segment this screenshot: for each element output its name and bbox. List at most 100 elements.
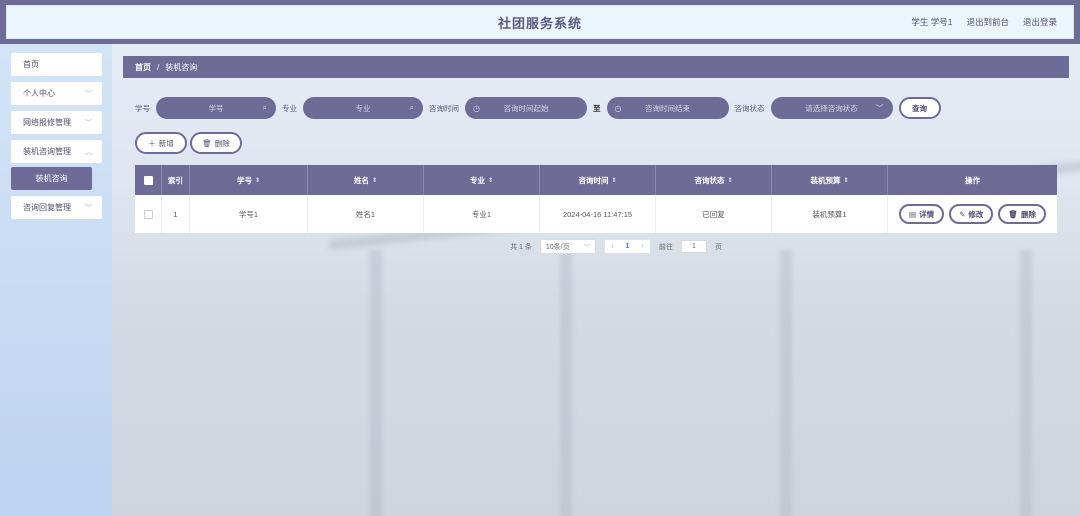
detail-button[interactable]: ▤ 详情 xyxy=(899,204,945,224)
add-button[interactable]: ＋ 新增 xyxy=(135,132,187,154)
sidebar-item-label: 个人中心 xyxy=(23,89,55,98)
header-label: 操作 xyxy=(965,175,980,185)
next-page-icon[interactable]: › xyxy=(635,240,650,253)
back-to-front-link[interactable]: 退出到前台 xyxy=(966,16,1009,28)
major-input[interactable]: 专业 ⌕ xyxy=(303,97,423,119)
sidebar-item-label: 咨询回复管理 xyxy=(23,203,71,212)
header-time[interactable]: 咨询时间 ⇕ xyxy=(540,165,656,195)
status-placeholder: 请选择咨询状态 xyxy=(805,103,858,113)
header-label: 咨询状态 xyxy=(694,175,725,185)
row-select[interactable] xyxy=(135,195,162,233)
cell-index: 1 xyxy=(162,195,190,233)
checkbox[interactable] xyxy=(143,175,153,185)
header-major[interactable]: 专业 ⇕ xyxy=(424,165,540,195)
time-start-placeholder: 咨询时间起始 xyxy=(503,103,549,113)
search-icon: ⌕ xyxy=(262,103,267,112)
major-label: 专业 xyxy=(282,103,297,113)
header-student-no[interactable]: 学号 ⇕ xyxy=(190,165,308,195)
trash-icon: 🗑 xyxy=(202,138,212,148)
breadcrumb-separator: / xyxy=(157,62,160,72)
cell-student-no: 学号1 xyxy=(190,195,308,233)
background-decoration xyxy=(1020,250,1032,516)
student-no-input[interactable]: 学号 ⌕ xyxy=(156,97,276,119)
pencil-icon: ✎ xyxy=(959,209,966,219)
current-user: 学生 学号1 xyxy=(911,17,953,27)
page-size-value: 10条/页 xyxy=(545,243,570,251)
query-button-label: 查询 xyxy=(912,103,927,113)
delete-button[interactable]: 🗑 删除 xyxy=(998,204,1046,224)
sidebar-item-label: 首页 xyxy=(23,60,39,69)
chevron-down-icon: ﹀ xyxy=(85,119,92,127)
student-no-placeholder: 学号 xyxy=(208,103,224,113)
header-status[interactable]: 咨询状态 ⇕ xyxy=(656,165,772,195)
breadcrumb-home[interactable]: 首页 xyxy=(135,62,151,73)
cell-actions: ▤ 详情 ✎ 修改 🗑 删除 xyxy=(888,195,1057,233)
chevron-down-icon: ﹀ xyxy=(583,245,590,251)
consult-table: 索引 学号 ⇕ 姓名 ⇕ 专业 ⇕ 咨询时间 ⇕ 咨询状态 ⇕ 装机预算 ⇕ 操作 1 学号… xyxy=(135,165,1057,233)
prev-page-icon[interactable]: ‹ xyxy=(605,240,620,253)
edit-button[interactable]: ✎ 修改 xyxy=(949,204,994,224)
time-label: 咨询时间 xyxy=(429,103,459,113)
page-size-select[interactable]: 10条/页 ﹀ xyxy=(539,239,596,254)
background-decoration xyxy=(370,250,382,516)
clock-icon: ◷ xyxy=(614,103,622,113)
breadcrumb-current: 装机咨询 xyxy=(165,62,198,72)
main-content: 首页 / 装机咨询 学号 学号 ⌕ 专业 专业 ⌕ 咨询时间 ◷ 咨询时间起始 … xyxy=(123,56,1069,254)
query-button[interactable]: 查询 xyxy=(898,97,941,119)
action-bar: ＋ 新增 🗑 删除 xyxy=(123,131,1069,155)
page-unit-label: 页 xyxy=(714,243,722,251)
page-nav: ‹ 1 › xyxy=(603,239,651,254)
pagination: 共 1 条 10条/页 ﹀ ‹ 1 › 前往 1 页 xyxy=(163,239,1069,254)
header-budget[interactable]: 装机预算 ⇕ xyxy=(772,165,888,195)
sidebar-item-install-consult-management[interactable]: 装机咨询管理 ︿ xyxy=(11,140,102,163)
detail-button-label: 详情 xyxy=(919,209,935,219)
cell-status: 已回复 xyxy=(656,195,772,233)
search-icon: ⌕ xyxy=(409,103,414,112)
top-header: 社团服务系统 学生 学号1 退出到前台 退出登录 xyxy=(0,0,1080,44)
major-placeholder: 专业 xyxy=(355,103,371,113)
header-label: 装机预算 xyxy=(810,175,841,185)
header-user-area: 学生 学号1 退出到前台 退出登录 xyxy=(911,6,1057,38)
goto-page-input[interactable]: 1 xyxy=(680,240,707,253)
breadcrumb: 首页 / 装机咨询 xyxy=(123,56,1069,78)
page-number[interactable]: 1 xyxy=(620,240,635,253)
logout-link[interactable]: 退出登录 xyxy=(1023,16,1057,28)
background-decoration xyxy=(780,250,792,516)
sidebar-item-repair-management[interactable]: 网络报修管理 ﹀ xyxy=(11,111,102,134)
time-end-placeholder: 咨询时间结束 xyxy=(645,103,690,113)
header-label: 索引 xyxy=(168,175,183,185)
header-name[interactable]: 姓名 ⇕ xyxy=(308,165,424,195)
sidebar-item-personal-center[interactable]: 个人中心 ﹀ xyxy=(11,82,102,105)
status-label: 咨询状态 xyxy=(734,103,765,113)
sidebar-item-label: 装机咨询管理 xyxy=(23,147,71,156)
chevron-down-icon: ﹀ xyxy=(85,204,92,212)
sidebar-subitem-install-consult[interactable]: 装机咨询 xyxy=(11,167,92,190)
header-label: 学号 xyxy=(236,175,252,185)
sidebar-item-reply-management[interactable]: 咨询回复管理 ﹀ xyxy=(11,196,102,219)
time-separator: 至 xyxy=(593,103,601,113)
background-decoration xyxy=(560,250,572,516)
header-actions: 操作 xyxy=(888,165,1057,195)
header-label: 姓名 xyxy=(353,175,369,185)
edit-button-label: 修改 xyxy=(968,209,984,219)
cell-name: 姓名1 xyxy=(308,195,424,233)
status-select[interactable]: 请选择咨询状态 ﹀ xyxy=(770,97,893,119)
sort-icon: ⇕ xyxy=(371,177,378,184)
header-label: 咨询时间 xyxy=(578,175,609,185)
pager-total: 共 1 条 xyxy=(510,243,532,251)
clock-icon: ◷ xyxy=(473,103,480,113)
checkbox[interactable] xyxy=(143,209,153,219)
cell-time: 2024-04-16 11:47:15 xyxy=(540,195,656,233)
cell-major: 专业1 xyxy=(424,195,540,233)
time-end-input[interactable]: ◷ 咨询时间结束 xyxy=(606,97,729,119)
header-bar: 社团服务系统 学生 学号1 退出到前台 退出登录 xyxy=(6,5,1074,39)
header-index: 索引 xyxy=(162,165,190,195)
batch-delete-button[interactable]: 🗑 删除 xyxy=(190,132,242,154)
chevron-up-icon: ︿ xyxy=(85,148,92,156)
sidebar-item-label: 装机咨询 xyxy=(35,174,68,183)
time-start-input[interactable]: ◷ 咨询时间起始 xyxy=(465,97,587,119)
table-row: 1 学号1 姓名1 专业1 2024-04-16 11:47:15 已回复 装机… xyxy=(135,195,1057,233)
sidebar-item-home[interactable]: 首页 xyxy=(11,53,102,76)
delete-button-label: 删除 xyxy=(214,138,230,148)
header-select-all[interactable] xyxy=(135,165,162,195)
